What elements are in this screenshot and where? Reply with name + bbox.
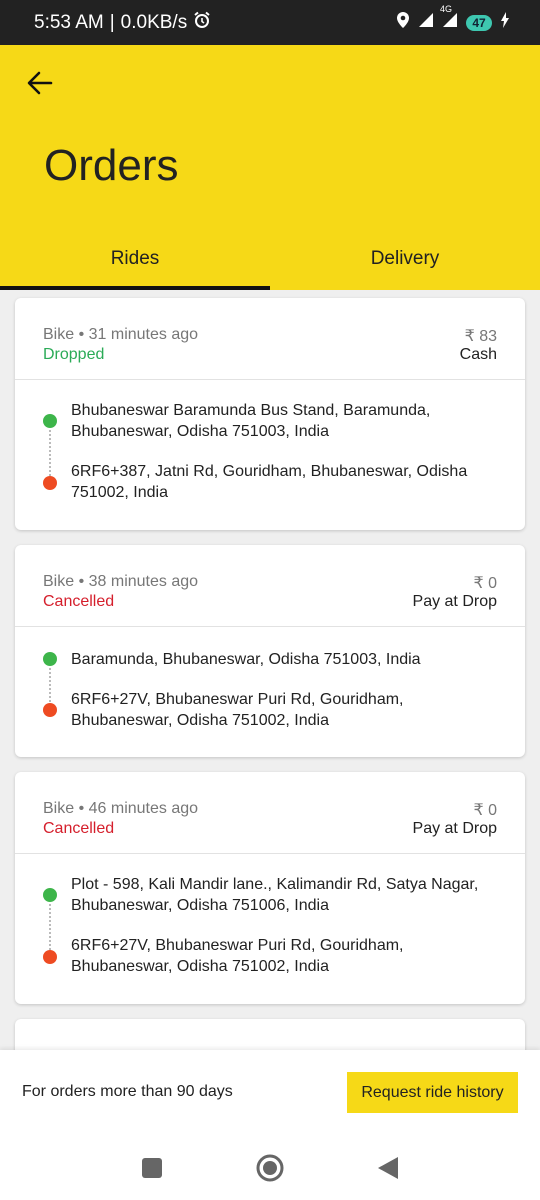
tab-rides[interactable]: Rides — [0, 235, 270, 290]
order-status: Cancelled — [43, 820, 115, 837]
order-meta: Bike • 38 minutes ago — [43, 573, 199, 590]
signal-icon — [418, 12, 434, 34]
square-icon[interactable] — [141, 1157, 163, 1184]
tab-delivery-label: Delivery — [370, 247, 440, 269]
order-time: 46 minutes ago — [88, 800, 199, 817]
triangle-icon[interactable] — [377, 1156, 399, 1185]
order-status: Dropped — [43, 346, 105, 363]
order-card[interactable]: Bike • 31 minutes ago Dropped ₹ 83 Cash … — [15, 298, 525, 530]
pickup-dot-icon — [43, 888, 57, 902]
pickup-dot-icon — [43, 652, 57, 666]
network-label: 4G — [440, 3, 453, 14]
request-ride-history-button[interactable]: Request ride history — [347, 1072, 518, 1113]
circle-icon[interactable] — [256, 1154, 284, 1187]
pickup-dot-icon — [43, 414, 57, 428]
route-line — [49, 668, 51, 702]
drop-address: 6RF6+27V, Bhubaneswar Puri Rd, Gouridham… — [71, 937, 404, 975]
status-time: 5:53 AM — [34, 11, 104, 33]
location-icon — [396, 11, 410, 35]
status-speed: 0.0KB/s — [120, 11, 188, 33]
history-note: For orders more than 90 days — [22, 1083, 233, 1100]
payment-mode: Pay at Drop — [412, 593, 497, 610]
battery-indicator: 47 — [466, 14, 492, 31]
vehicle-type: Bike — [43, 800, 75, 817]
order-meta: Bike • 46 minutes ago — [43, 800, 199, 817]
drop-dot-icon — [43, 703, 57, 717]
tab-bar: Rides Delivery — [0, 235, 540, 290]
order-card-header: Bike • 46 minutes ago Cancelled ₹ 0 Pay … — [15, 772, 525, 854]
drop-address: 6RF6+387, Jatni Rd, Gouridham, Bhubanesw… — [71, 463, 468, 501]
drop-dot-icon — [43, 950, 57, 964]
history-bar: For orders more than 90 days Request rid… — [0, 1050, 540, 1135]
drop-dot-icon — [43, 476, 57, 490]
order-card-header: Bike • 31 minutes ago Dropped ₹ 83 Cash — [15, 298, 525, 380]
pickup-address: Bhubaneswar Baramunda Bus Stand, Baramun… — [71, 402, 431, 440]
route-line — [49, 904, 51, 950]
order-amount: ₹ 0 — [473, 575, 497, 592]
order-card[interactable]: Bike • 38 minutes ago Cancelled ₹ 0 Pay … — [15, 545, 525, 757]
order-amount: ₹ 83 — [464, 328, 497, 345]
charging-icon — [500, 11, 510, 34]
order-meta: Bike • 31 minutes ago — [43, 326, 199, 343]
order-card-header: Bike • 38 minutes ago Cancelled ₹ 0 Pay … — [15, 545, 525, 627]
app-header: Orders Rides Delivery — [0, 45, 540, 290]
route-line — [49, 430, 51, 476]
order-card[interactable]: Bike • 46 minutes ago Cancelled ₹ 0 Pay … — [15, 772, 525, 1004]
vehicle-type: Bike — [43, 326, 75, 343]
pickup-address: Plot - 598, Kali Mandir lane., Kalimandi… — [71, 876, 479, 914]
order-time: 31 minutes ago — [88, 326, 199, 343]
back-button[interactable] — [22, 67, 58, 103]
status-separator: | — [109, 11, 115, 33]
tab-rides-label: Rides — [110, 247, 160, 269]
signal-4g-icon: 4G — [440, 4, 458, 34]
drop-address: 6RF6+27V, Bhubaneswar Puri Rd, Gouridham… — [71, 691, 404, 729]
system-nav-bar — [0, 1135, 540, 1200]
payment-mode: Pay at Drop — [412, 820, 497, 837]
alarm-icon — [193, 11, 211, 35]
page-title: Orders — [44, 141, 179, 190]
payment-mode: Cash — [459, 346, 497, 363]
pickup-address: Baramunda, Bhubaneswar, Odisha 751003, I… — [71, 651, 421, 668]
tab-delivery[interactable]: Delivery — [270, 235, 540, 290]
status-bar: 5:53 AM | 0.0KB/s 4G 47 — [0, 0, 540, 45]
order-time: 38 minutes ago — [88, 573, 199, 590]
order-status: Cancelled — [43, 593, 115, 610]
vehicle-type: Bike — [43, 573, 75, 590]
order-amount: ₹ 0 — [473, 802, 497, 819]
arrow-left-icon — [27, 71, 53, 100]
